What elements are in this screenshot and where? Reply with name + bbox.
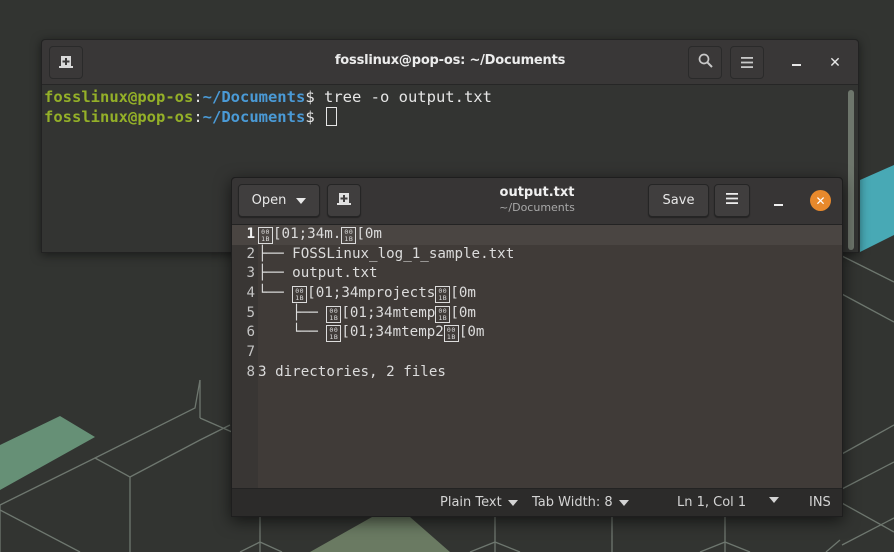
line-number: 8: [246, 363, 255, 380]
escape-char-glyph: 00 1B: [258, 227, 273, 244]
line-number: 6: [246, 324, 255, 341]
hamburger-menu-icon: [726, 193, 738, 208]
escape-char-glyph: 00 1B: [435, 305, 451, 323]
terminal-header-bar: fosslinux@pop-os: ~/Documents ✕: [42, 40, 858, 85]
line-number: 7: [246, 344, 255, 361]
escape-char-glyph: 00 1B: [292, 286, 308, 304]
editor-line: 3 ├── output.txt: [232, 264, 842, 284]
line-text: └── 00 1B [01;34mtemp2 00 1B [0m: [258, 323, 484, 343]
editor-line: 5 ├── 00 1B [01;34mtemp 00 1B [0m: [232, 304, 842, 324]
search-icon: [698, 53, 713, 72]
editor-line: 83 directories, 2 files: [232, 363, 842, 383]
text-segment: output.txt: [292, 265, 378, 282]
editor-line: 1 00 1B [01;34m. 00 1B [0m: [232, 225, 842, 245]
tree-branch: ├──: [258, 245, 293, 262]
prompt-user: fosslinux@pop-os: [44, 88, 194, 106]
line-number: 3: [246, 265, 255, 282]
text-segment: [0m: [450, 285, 476, 302]
line-number: 1: [246, 226, 255, 242]
hamburger-menu-icon: [741, 53, 753, 72]
escape-char-glyph: 00 1B: [326, 325, 342, 343]
prompt-separator: :: [193, 108, 203, 126]
prompt-user: fosslinux@pop-os: [44, 108, 194, 126]
text-segment: [0m: [458, 324, 485, 341]
line-text: ├── output.txt: [258, 264, 378, 284]
close-icon: ✕: [829, 55, 841, 71]
line-text: 3 directories, 2 files: [258, 363, 446, 383]
escape-char-glyph: 00 1B: [326, 305, 342, 323]
close-icon: ✕: [815, 193, 826, 208]
editor-title: output.txt ~/Documents: [232, 185, 842, 214]
chevron-down-icon: [507, 499, 518, 506]
chevron-down-icon: [618, 499, 629, 506]
tab-width-selector[interactable]: Tab Width: 8: [532, 495, 629, 510]
prompt-symbol: $: [305, 108, 324, 126]
tree-branch: ├──: [258, 265, 293, 282]
language-selector[interactable]: Plain Text: [440, 495, 518, 510]
menu-button[interactable]: [730, 46, 764, 79]
insert-mode-indicator[interactable]: INS: [809, 495, 831, 510]
text-segment: [01;34mprojects: [307, 285, 436, 302]
menu-button[interactable]: [714, 184, 750, 217]
editor-lines: 1 00 1B [01;34m. 00 1B [0m 2 ├── FOSSLinux_log_1…: [232, 225, 842, 383]
text-segment: [01;34m.: [273, 226, 342, 242]
minimize-icon: [774, 192, 784, 211]
text-segment: [0m: [356, 226, 382, 242]
tree-branch: └──: [258, 285, 293, 302]
minimize-button[interactable]: [784, 50, 810, 76]
close-button[interactable]: ✕: [810, 190, 831, 211]
cursor-position-label: Ln 1, Col 1: [677, 495, 747, 510]
line-text: ├── FOSSLinux_log_1_sample.txt: [258, 245, 514, 265]
escape-char-glyph: 00 1B: [443, 325, 459, 343]
text-segment: [01;34mtemp: [341, 304, 436, 321]
editor-line: 6 └── 00 1B [01;34mtemp2 00 1B [0m: [232, 323, 842, 343]
tree-branch: └──: [258, 324, 327, 341]
line-text: ├── 00 1B [01;34mtemp 00 1B [0m: [258, 304, 476, 324]
editor-line: 7: [232, 343, 842, 363]
tree-branch: ├──: [258, 304, 327, 321]
terminal-line: fosslinux@pop-os:~/Documents$: [44, 107, 846, 127]
line-number: 4: [246, 285, 255, 302]
line-text: └── 00 1B [01;34mprojects 00 1B [0m: [258, 284, 476, 304]
minimize-button[interactable]: [768, 190, 790, 212]
prompt-path: ~/Documents: [202, 108, 306, 126]
editor-header-bar: Open output.txt ~/Documents Save ✕: [232, 178, 842, 225]
editor-line: 4 └── 00 1B [01;34mprojects 00 1B [0m: [232, 284, 842, 304]
prompt-path: ~/Documents: [202, 88, 306, 106]
close-button[interactable]: ✕: [822, 50, 848, 76]
text-segment: [0m: [450, 304, 476, 321]
terminal-cursor: [325, 107, 337, 126]
insert-mode-label: INS: [809, 495, 831, 510]
command-text: tree -o output.txt: [323, 88, 492, 106]
line-number: 2: [246, 245, 255, 262]
terminal-line: fosslinux@pop-os:~/Documents$ tree -o ou…: [44, 87, 846, 107]
editor-line: 2 ├── FOSSLinux_log_1_sample.txt: [232, 245, 842, 265]
cursor-position[interactable]: Ln 1, Col 1: [677, 495, 746, 510]
line-number: 5: [246, 304, 255, 321]
text-editor-area[interactable]: 1 00 1B [01;34m. 00 1B [0m 2 ├── FOSSLinux_log_1…: [232, 225, 842, 490]
prompt-separator: :: [193, 88, 203, 106]
text-segment: FOSSLinux_log_1_sample.txt: [292, 245, 515, 262]
search-button[interactable]: [688, 46, 722, 79]
text-segment: [01;34mtemp2: [341, 324, 444, 341]
document-title: output.txt: [499, 185, 575, 200]
document-path: ~/Documents: [499, 201, 575, 214]
escape-char-glyph: 00 1B: [341, 227, 357, 244]
save-button[interactable]: Save: [648, 184, 709, 217]
text-editor-window: Open output.txt ~/Documents Save ✕ 1 00 …: [231, 177, 843, 517]
save-button-label: Save: [662, 193, 695, 208]
text-segment: 3 directories, 2 files: [258, 363, 446, 380]
line-text: 00 1B [01;34m. 00 1B [0m: [258, 225, 382, 245]
position-dropdown[interactable]: [769, 497, 779, 503]
minimize-icon: [792, 55, 802, 71]
status-bar: Plain Text Tab Width: 8 Ln 1, Col 1 INS: [232, 488, 842, 516]
tab-width-label: Tab Width: 8: [532, 495, 613, 510]
chevron-down-icon: [769, 497, 779, 503]
prompt-symbol: $: [305, 88, 324, 106]
escape-char-glyph: 00 1B: [435, 286, 451, 304]
language-label: Plain Text: [440, 495, 502, 510]
terminal-scrollbar[interactable]: [848, 90, 854, 250]
